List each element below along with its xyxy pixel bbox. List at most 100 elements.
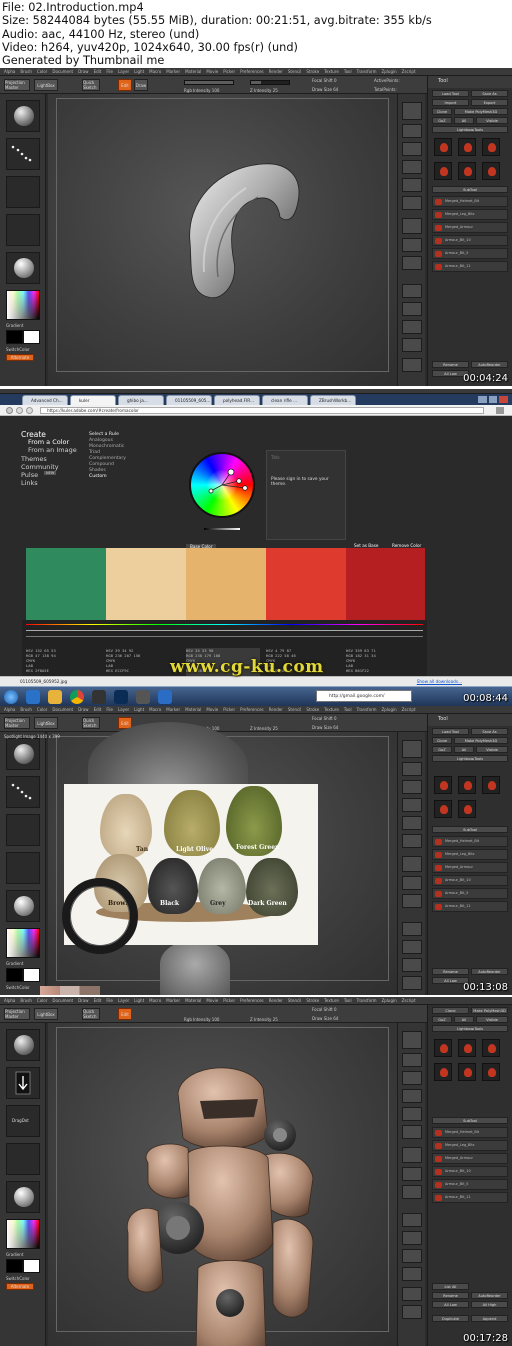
subtool-item[interactable]: Merged_Armour [432, 862, 508, 873]
texture-selector[interactable] [6, 214, 40, 246]
main-secondary-color[interactable] [6, 1259, 40, 1273]
local-button[interactable] [402, 256, 422, 270]
tool-thumb-1[interactable] [434, 776, 452, 794]
subtool-item[interactable]: Merged_Armour [432, 1153, 508, 1164]
alpha-selector[interactable]: DragDot [6, 1105, 40, 1137]
browser-tab[interactable]: 01105509_605... [166, 395, 212, 405]
switch-color-label[interactable]: SwitchColor [6, 985, 30, 990]
move-button[interactable] [402, 302, 422, 316]
nav-from-a-color[interactable]: From a Color [28, 438, 69, 446]
tool-thumb-2[interactable] [458, 776, 476, 794]
close-icon[interactable] [499, 396, 509, 403]
polyf-button[interactable] [402, 1287, 422, 1301]
scroll-button[interactable] [402, 1071, 422, 1085]
floor-button[interactable] [402, 1167, 422, 1181]
edit-button[interactable]: Edit [118, 79, 132, 91]
duplicate-button[interactable]: Duplicate [432, 1315, 469, 1322]
texture-selector[interactable] [6, 852, 40, 884]
subtool-item[interactable]: Merged_Leg_Bits [432, 1140, 508, 1151]
tool-thumb-5[interactable] [458, 1063, 476, 1081]
visible-button[interactable]: Visible [476, 1016, 508, 1023]
browser-tab[interactable]: clean rifle ... [262, 395, 308, 405]
color-picker[interactable] [6, 928, 40, 958]
nav-from-an-image[interactable]: From an Image [28, 446, 77, 454]
load-tool-button[interactable]: Load Tool [432, 90, 469, 97]
texture-selector[interactable] [6, 1143, 40, 1175]
theme-swatch-1[interactable] [26, 548, 106, 620]
actual-button[interactable] [402, 816, 422, 830]
rotate-button[interactable] [402, 338, 422, 352]
bpr-button[interactable] [402, 102, 422, 120]
scroll-button[interactable] [402, 142, 422, 156]
z-intensity-slider[interactable] [250, 80, 290, 85]
goz-button[interactable]: GoZ [432, 117, 452, 124]
autoreorder-button[interactable]: AutoReorder [471, 361, 508, 368]
quick-sketch-button[interactable]: Quick Sketch [82, 717, 100, 729]
spotlight-dial[interactable] [62, 878, 138, 954]
subtool-item[interactable]: Merged_Helmet_Bit [432, 1127, 508, 1138]
spix-button[interactable] [402, 762, 422, 776]
rename-button[interactable]: Rename [432, 361, 469, 368]
floor-button[interactable] [402, 238, 422, 252]
tool-thumb-4[interactable] [434, 162, 452, 180]
brush-selector[interactable] [6, 1029, 40, 1061]
theme-swatch-2[interactable] [106, 548, 186, 620]
subtool-item[interactable]: Armour_Bit_11 [432, 261, 508, 272]
rule-option[interactable]: Compound [89, 462, 114, 467]
show-downloads-link[interactable]: Show all downloads... [417, 679, 462, 684]
alpha-selector[interactable] [6, 814, 40, 846]
theme-swatch-4[interactable] [266, 548, 346, 620]
all-button[interactable]: All [454, 117, 474, 124]
floor-button[interactable] [402, 876, 422, 890]
stroke-selector[interactable] [6, 138, 40, 170]
rule-option-selected[interactable]: Custom [89, 474, 107, 479]
material-selector[interactable] [6, 1181, 40, 1213]
lightbox-tools-button[interactable]: Lightbox▸Tools [432, 126, 508, 133]
nav-community[interactable]: Community [21, 463, 59, 471]
all-low-button[interactable]: All Low [432, 1301, 469, 1308]
zbrush-menubar[interactable]: Alpha Brush Color Document Draw Edit File Layer… [0, 706, 512, 714]
tool-thumb-4[interactable] [434, 1063, 452, 1081]
gmail-address-box[interactable]: http://gmail.google.com/ [316, 690, 412, 702]
browser-tab-active[interactable]: kuler [70, 395, 116, 405]
switch-color-label[interactable]: SwitchColor [6, 347, 30, 352]
stroke-selector[interactable] [6, 776, 40, 808]
brush-selector[interactable] [6, 738, 40, 770]
lightbox-button[interactable]: LightBox [34, 1008, 58, 1020]
clone-button[interactable]: Clone [432, 737, 452, 744]
save-as-button[interactable]: Save As [471, 90, 508, 97]
rename-button[interactable]: Rename [432, 1292, 469, 1299]
spix-button[interactable] [402, 124, 422, 138]
tool-thumb-2[interactable] [458, 138, 476, 156]
local-button[interactable] [402, 1185, 422, 1199]
zoom-button[interactable] [402, 798, 422, 812]
app-icon[interactable] [92, 690, 106, 704]
aahalf-button[interactable] [402, 1125, 422, 1139]
alternate-button[interactable]: Alternate [6, 354, 34, 361]
tool-thumb-1[interactable] [434, 138, 452, 156]
subtool-item[interactable]: Armour_Bit_11 [432, 1192, 508, 1203]
tool-thumb-3[interactable] [482, 138, 500, 156]
subtool-item[interactable]: Armour_Bit_10 [432, 1166, 508, 1177]
material-selector[interactable] [6, 252, 40, 284]
scroll-button[interactable] [402, 780, 422, 794]
spix-button[interactable] [402, 1053, 422, 1067]
load-tool-button[interactable]: Load Tool [432, 728, 469, 735]
goz-button[interactable]: GoZ [432, 1016, 452, 1023]
nav-pulse[interactable]: Pulse [21, 471, 38, 479]
frame-button[interactable] [402, 922, 422, 936]
aahalf-button[interactable] [402, 834, 422, 848]
clone-button[interactable]: Clone [432, 1007, 469, 1014]
actual-button[interactable] [402, 178, 422, 192]
tool-thumb-5[interactable] [458, 162, 476, 180]
color-picker[interactable] [6, 1219, 40, 1249]
maximize-icon[interactable] [488, 396, 498, 403]
minimize-icon[interactable] [478, 396, 487, 403]
all-button[interactable]: All [454, 1016, 474, 1023]
rule-option[interactable]: Shades [89, 468, 106, 473]
autoreorder-button[interactable]: AutoReorder [471, 1292, 508, 1299]
stroke-selector[interactable] [6, 1067, 40, 1099]
tool-thumb-3[interactable] [482, 776, 500, 794]
color-picker[interactable] [6, 290, 40, 320]
tool-thumb-6[interactable] [482, 1063, 500, 1081]
